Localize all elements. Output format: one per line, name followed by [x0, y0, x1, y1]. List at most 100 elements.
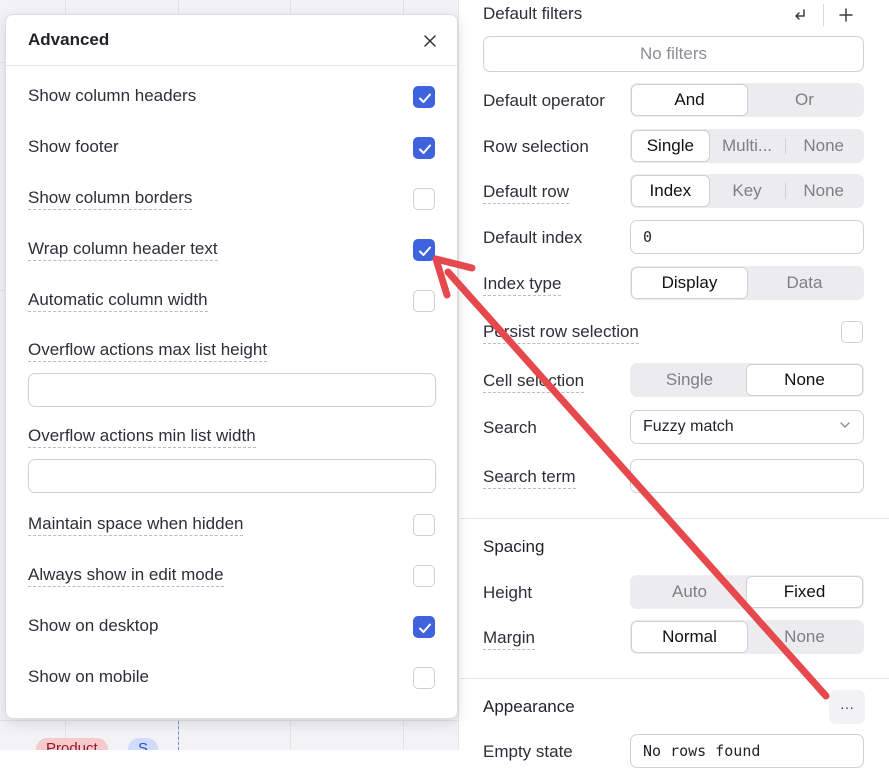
advanced-option-checkbox[interactable]: [413, 667, 435, 689]
default-index-input[interactable]: 0: [630, 220, 864, 254]
advanced-option-row: Show column headers: [28, 83, 435, 113]
tag-second: S: [128, 738, 158, 750]
advanced-option-checkbox[interactable]: [413, 565, 435, 587]
advanced-popover: Advanced Show column headers Show footer S…: [5, 14, 458, 719]
advanced-option-row: Show footer: [28, 134, 435, 164]
overflow-min-label: Overflow actions min list width: [28, 426, 256, 448]
advanced-option-row: Automatic column width: [28, 287, 435, 317]
default-operator-toggle: And Or: [630, 83, 864, 117]
default-operator-row: Default operator And Or: [483, 83, 864, 119]
check-icon: [419, 144, 431, 154]
persist-row-selection-checkbox[interactable]: [841, 321, 863, 343]
operator-and-option[interactable]: And: [632, 85, 747, 115]
persist-row-selection-label: Persist row selection: [483, 322, 639, 344]
search-term-row: Search term: [483, 459, 864, 495]
row-selection-none-option[interactable]: None: [785, 131, 862, 161]
check-icon: [419, 246, 431, 256]
default-row-toggle: Index Key None: [630, 174, 864, 208]
default-row-key-option[interactable]: Key: [709, 176, 786, 206]
cell-selection-row: Cell selection Single None: [483, 363, 864, 399]
margin-row: Margin Normal None: [483, 620, 864, 656]
close-icon[interactable]: [420, 31, 440, 51]
advanced-option-label: Maintain space when hidden: [28, 514, 244, 536]
default-row-row: Default row Index Key None: [483, 174, 864, 210]
row-selection-single-option[interactable]: Single: [632, 131, 709, 161]
advanced-option-label: Automatic column width: [28, 290, 208, 312]
divider: [823, 4, 824, 26]
search-term-input[interactable]: [630, 459, 864, 493]
margin-toggle: Normal None: [630, 620, 864, 654]
overflow-min-input[interactable]: [28, 459, 436, 493]
advanced-option-checkbox[interactable]: [413, 616, 435, 638]
default-row-index-option[interactable]: Index: [632, 176, 709, 206]
cell-selection-single-option[interactable]: Single: [632, 365, 747, 395]
advanced-option-row: Show column borders: [28, 185, 435, 215]
reset-filters-icon[interactable]: [789, 4, 811, 26]
advanced-option-label: Show on desktop: [28, 616, 159, 635]
advanced-option-checkbox[interactable]: [413, 137, 435, 159]
operator-or-option[interactable]: Or: [747, 85, 862, 115]
persist-row-selection-row: Persist row selection: [483, 320, 863, 346]
search-label: Search: [483, 418, 537, 437]
advanced-option-label: Show on mobile: [28, 667, 149, 686]
margin-none-option[interactable]: None: [747, 622, 862, 652]
row-selection-row: Row selection Single Multi... None: [483, 129, 864, 165]
advanced-option-row: Show on mobile: [28, 664, 435, 694]
more-options-icon[interactable]: ···: [829, 690, 865, 724]
advanced-option-checkbox[interactable]: [413, 290, 435, 312]
chevron-down-icon: [839, 418, 851, 436]
advanced-option-checkbox[interactable]: [413, 239, 435, 261]
search-mode-select[interactable]: Fuzzy match: [630, 410, 864, 444]
tag-product: Product: [36, 738, 108, 750]
advanced-option-label: Show footer: [28, 137, 119, 156]
default-index-row: Default index 0: [483, 220, 864, 256]
overflow-min-row: Overflow actions min list width: [28, 423, 435, 453]
overflow-max-input[interactable]: [28, 373, 436, 407]
check-icon: [419, 93, 431, 103]
advanced-option-label: Show column borders: [28, 188, 193, 210]
advanced-title: Advanced: [28, 30, 110, 49]
cell-selection-label: Cell selection: [483, 371, 585, 393]
index-type-label: Index type: [483, 274, 562, 296]
section-divider: [459, 518, 889, 519]
advanced-option-checkbox[interactable]: [413, 86, 435, 108]
advanced-option-label: Show column headers: [28, 86, 197, 105]
margin-label: Margin: [483, 628, 535, 650]
default-operator-label: Default operator: [483, 91, 605, 110]
check-icon: [419, 623, 431, 633]
height-fixed-option[interactable]: Fixed: [747, 577, 862, 607]
advanced-option-row: Wrap column header text: [28, 236, 435, 266]
add-filter-icon[interactable]: [835, 4, 857, 26]
default-filters-label: Default filters: [483, 4, 583, 23]
advanced-option-label: Wrap column header text: [28, 239, 218, 261]
height-row: Height Auto Fixed: [483, 575, 864, 611]
index-type-display-option[interactable]: Display: [632, 268, 747, 298]
empty-state-input[interactable]: No rows found: [630, 734, 864, 768]
advanced-option-row: Show on desktop: [28, 613, 435, 643]
advanced-option-checkbox[interactable]: [413, 514, 435, 536]
empty-state-label: Empty state: [483, 742, 573, 761]
advanced-option-label: Always show in edit mode: [28, 565, 224, 587]
cell-selection-none-option[interactable]: None: [747, 365, 862, 395]
no-filters-box[interactable]: No filters: [483, 36, 864, 72]
index-type-row: Index type Display Data: [483, 266, 864, 302]
height-auto-option[interactable]: Auto: [632, 577, 747, 607]
index-type-data-option[interactable]: Data: [747, 268, 862, 298]
spacing-section-title: Spacing: [483, 537, 545, 556]
empty-state-row: Empty state No rows found: [483, 734, 864, 770]
advanced-option-checkbox[interactable]: [413, 188, 435, 210]
search-mode-value: Fuzzy match: [643, 418, 734, 435]
margin-normal-option[interactable]: Normal: [632, 622, 747, 652]
height-toggle: Auto Fixed: [630, 575, 864, 609]
overflow-max-row: Overflow actions max list height: [28, 337, 435, 367]
default-row-none-option[interactable]: None: [785, 176, 862, 206]
row-selection-multi-option[interactable]: Multi...: [709, 131, 786, 161]
row-selection-toggle: Single Multi... None: [630, 129, 864, 163]
advanced-option-row: Maintain space when hidden: [28, 511, 435, 541]
height-label: Height: [483, 583, 533, 602]
default-index-label: Default index: [483, 228, 583, 247]
properties-panel: Default filters No filters Default opera…: [458, 0, 889, 768]
appearance-section-title: Appearance: [483, 697, 575, 716]
section-divider: [459, 678, 889, 679]
advanced-option-row: Always show in edit mode: [28, 562, 435, 592]
